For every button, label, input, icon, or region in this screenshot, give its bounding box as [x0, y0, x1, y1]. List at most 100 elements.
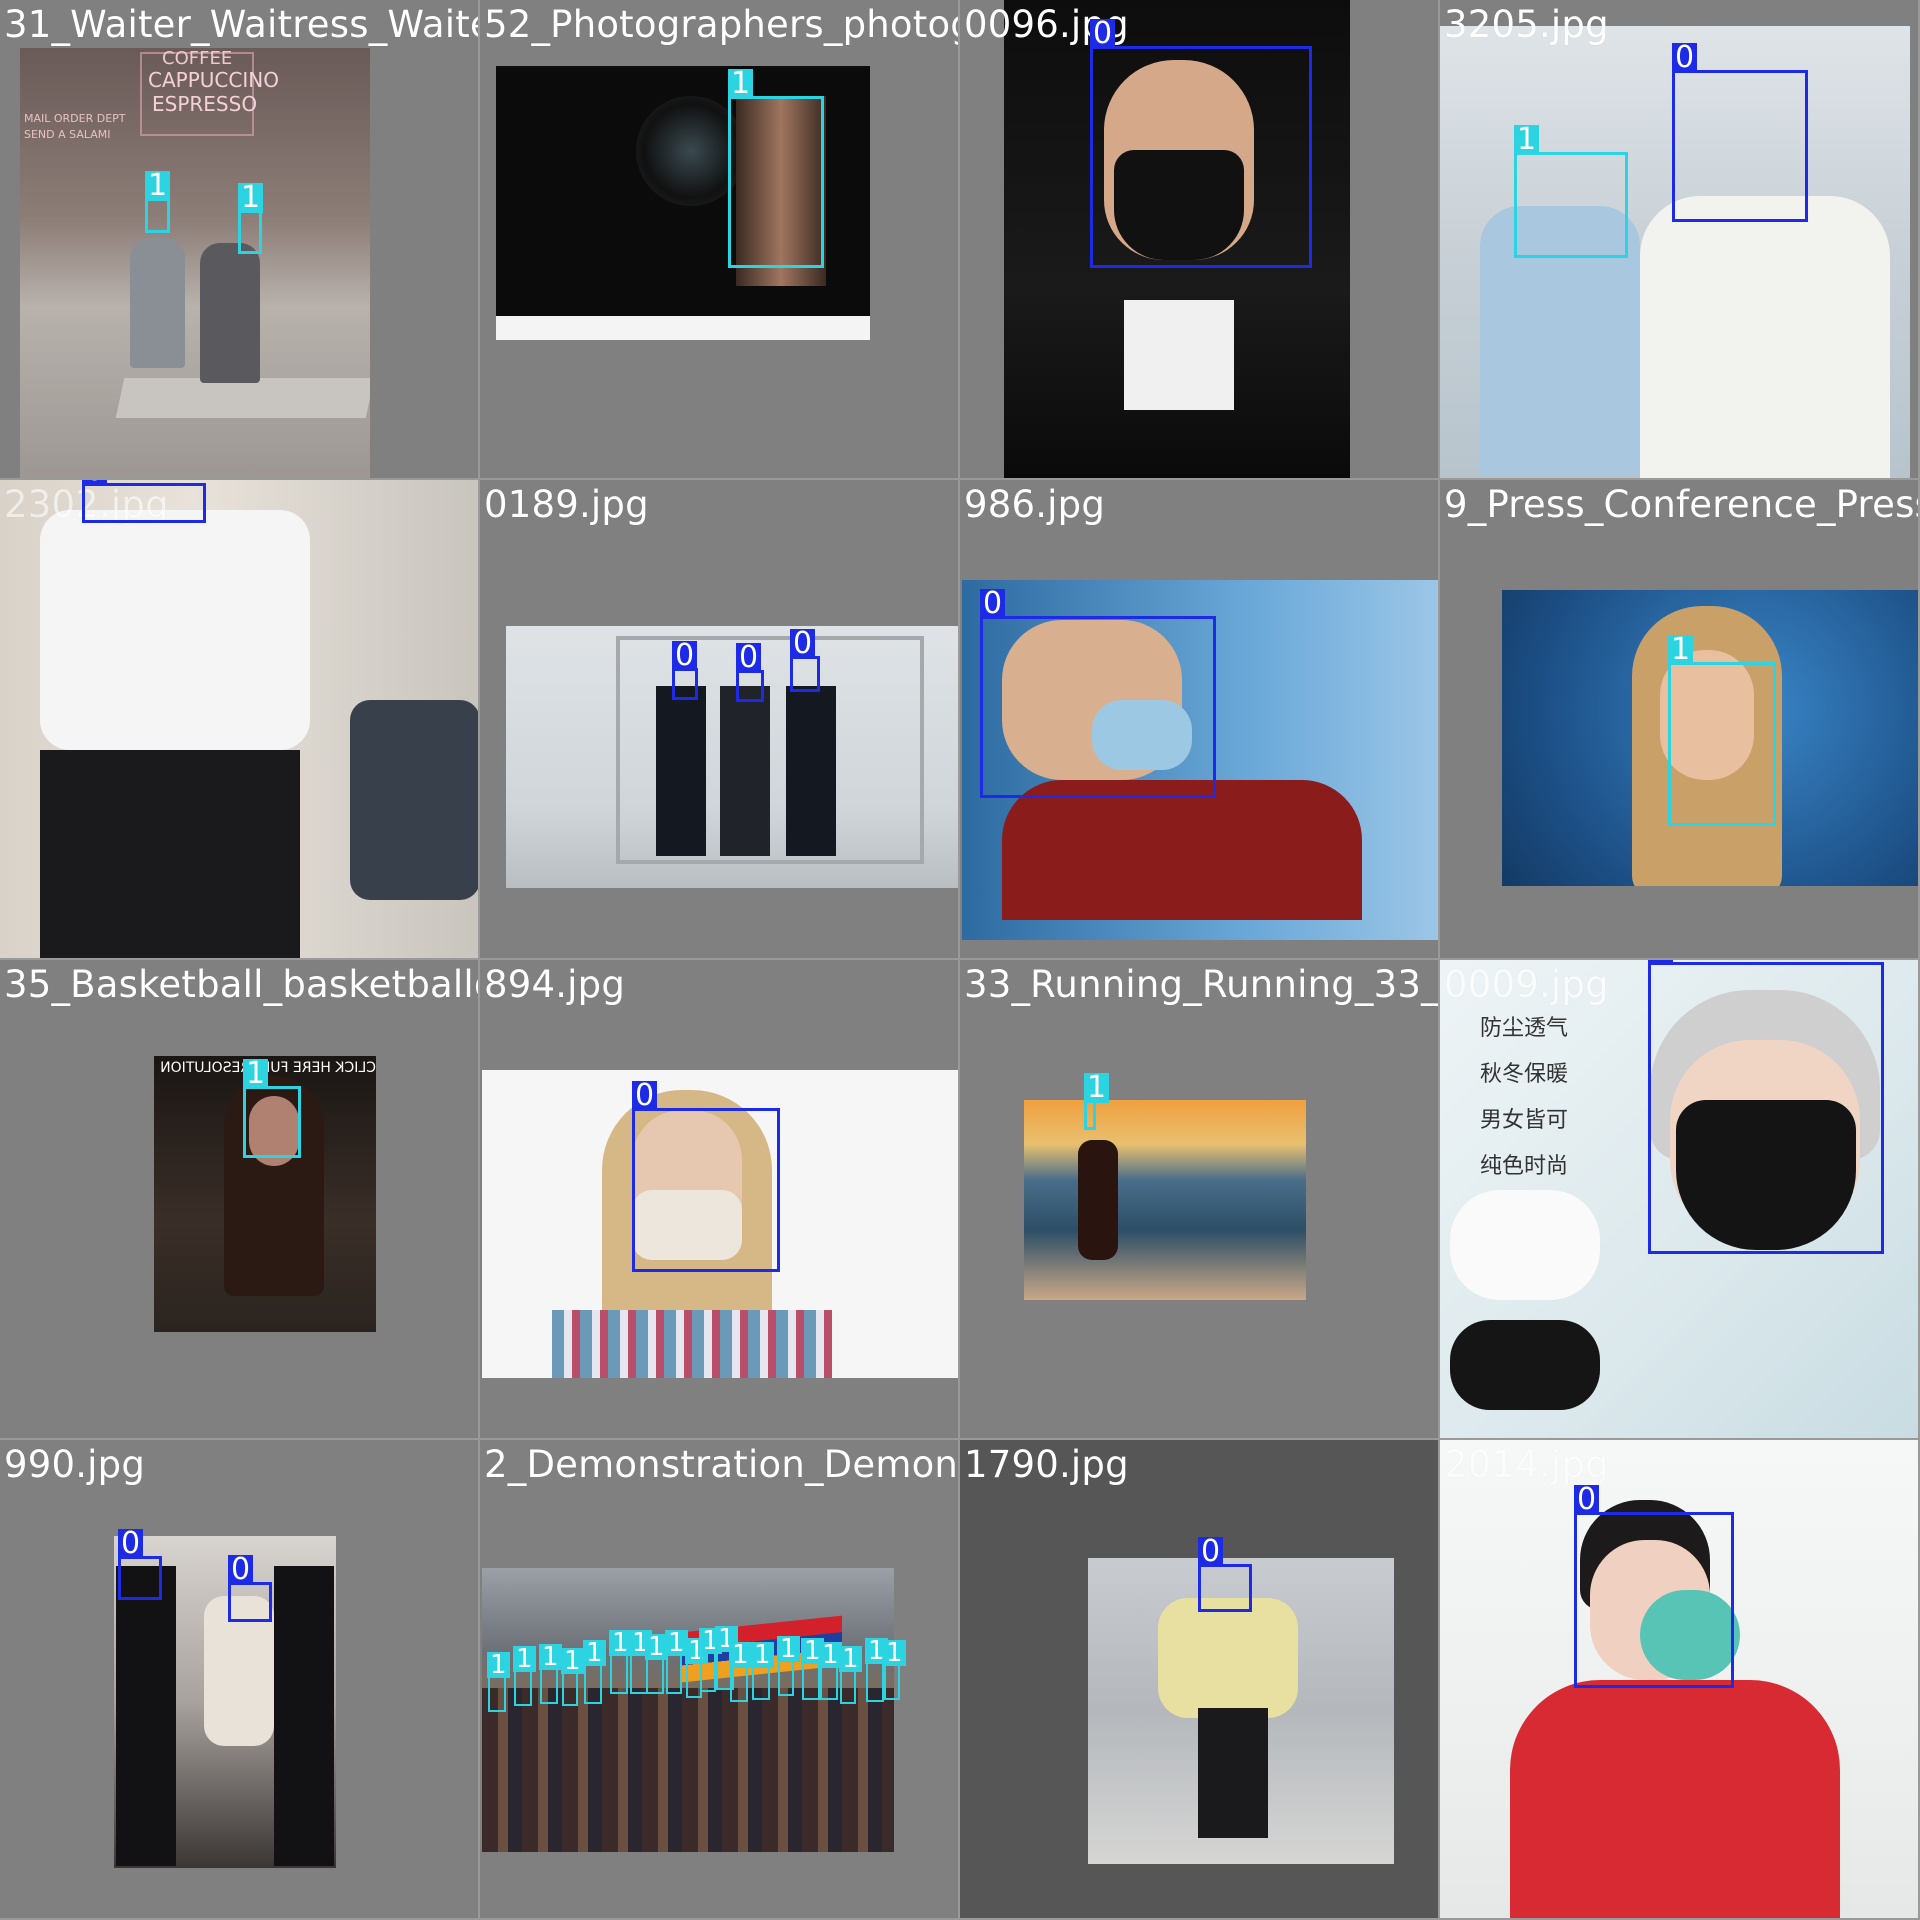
- mosaic-tile: 9_Press_Conference_Press 1: [1440, 480, 1920, 960]
- file-name: 990.jpg: [4, 1443, 146, 1486]
- shirt: [1124, 300, 1234, 410]
- detection-box: 1: [665, 1630, 688, 1694]
- class-label: 0: [1672, 43, 1698, 73]
- mosaic-tile: 0096.jpg 0: [960, 0, 1440, 480]
- detection-box: 0: [1648, 960, 1884, 1254]
- class-label: 1: [839, 1646, 862, 1672]
- class-label: 0: [736, 643, 762, 673]
- detection-box: 1: [865, 1638, 888, 1702]
- person: [116, 1566, 176, 1866]
- detection-box: 1: [487, 1652, 510, 1712]
- photo: [1024, 1100, 1306, 1300]
- class-label: 1: [1668, 635, 1694, 665]
- detection-box: 0: [672, 641, 698, 700]
- class-label: 1: [729, 1642, 752, 1668]
- white-shirt: [40, 510, 310, 750]
- red-sweater: [1002, 780, 1362, 920]
- photo: [506, 626, 958, 888]
- detection-box: 0: [228, 1555, 272, 1622]
- class-label: 1: [1514, 125, 1540, 155]
- detection-box: 1: [583, 1640, 606, 1704]
- detection-box: 0: [82, 480, 206, 523]
- person: [274, 1566, 334, 1866]
- table: [115, 378, 370, 418]
- class-label: 1: [777, 1636, 800, 1662]
- class-label: 1: [728, 69, 754, 99]
- detection-box: 1: [777, 1636, 800, 1696]
- mosaic-tile: CLICK HERE FULL RESOLUTION 35_Basketball…: [0, 960, 480, 1440]
- runner: [1078, 1140, 1118, 1260]
- detection-box: 1: [609, 1630, 632, 1694]
- mosaic-tile: 2014.jpg 0: [1440, 1440, 1920, 1920]
- file-name: 0009.jpg: [1444, 963, 1609, 1006]
- person: [786, 686, 836, 856]
- red-coat: [1510, 1680, 1840, 1918]
- mosaic-tile: 33_Running_Running_33_18 1: [960, 960, 1440, 1440]
- mosaic-tile: 2302.jpg 0: [0, 480, 480, 960]
- detection-box: 1: [539, 1644, 562, 1704]
- mosaic-tile: 894.jpg 0: [480, 960, 960, 1440]
- mosaic-tile: 防尘透气 秋冬保暖 男女皆可 纯色时尚 0009.jpg 0: [1440, 960, 1920, 1440]
- detection-box: 1: [751, 1642, 774, 1700]
- file-name: 1790.jpg: [964, 1443, 1129, 1486]
- photo: [482, 1568, 894, 1852]
- detection-box: 1: [699, 1628, 722, 1692]
- class-label: 0: [1090, 19, 1116, 49]
- mosaic-tile: 2_Demonstration_Demonstrators_2_Protest …: [480, 1440, 960, 1920]
- black-pants: [40, 750, 300, 958]
- class-label: 1: [583, 1640, 606, 1666]
- class-label: 1: [1084, 1073, 1110, 1103]
- file-name: 986.jpg: [964, 483, 1106, 526]
- detection-box: 1: [883, 1640, 906, 1700]
- detection-box: 1: [1084, 1073, 1110, 1130]
- detection-box: 0: [1090, 19, 1312, 268]
- neon-sign-text: CAPPUCCINO: [148, 68, 279, 92]
- class-label: 0: [672, 641, 698, 671]
- detection-box: 0: [118, 1529, 162, 1600]
- file-name: 3205.jpg: [1444, 3, 1609, 46]
- ad-text: 男女皆可: [1480, 1108, 1569, 1133]
- file-name: 33_Running_Running_33_18: [964, 963, 1440, 1006]
- person: [130, 238, 185, 368]
- detection-box: 0: [790, 629, 820, 692]
- ad-text: 秋冬保暖: [1480, 1062, 1569, 1087]
- class-label: 1: [243, 1059, 269, 1089]
- file-name: 35_Basketball_basketballgame_ball_35_590: [4, 963, 478, 1006]
- detection-box: 1: [801, 1638, 824, 1700]
- class-label: 1: [145, 171, 171, 201]
- mosaic-tile: 1790.jpg 0: [960, 1440, 1440, 1920]
- detection-box: 0: [632, 1081, 780, 1272]
- class-label: 1: [539, 1644, 562, 1670]
- detection-box: 0: [736, 643, 764, 702]
- class-label: 0: [1574, 1485, 1600, 1515]
- mosaic-tile: COFFEE CAPPUCCINO ESPRESSO MAIL ORDER DE…: [0, 0, 480, 480]
- file-name: 9_Press_Conference_Press: [1444, 483, 1920, 526]
- white-mask-product: [1450, 1190, 1600, 1300]
- detection-box: 1: [1668, 635, 1776, 826]
- file-name: 52_Photographers_photographertakingphoto: [484, 3, 958, 46]
- person: [656, 686, 706, 856]
- detection-box: 1: [819, 1642, 842, 1700]
- ad-text: 纯色时尚: [1480, 1154, 1569, 1179]
- neon-sign-text: COFFEE: [162, 48, 233, 69]
- detection-box: 0: [1574, 1485, 1734, 1688]
- mosaic-tile: 0189.jpg 0 0 0: [480, 480, 960, 960]
- mosaic-tile: 990.jpg 0 0: [0, 1440, 480, 1920]
- class-label: 0: [1198, 1537, 1224, 1567]
- file-name: 894.jpg: [484, 963, 626, 1006]
- detection-box: 1: [561, 1648, 584, 1706]
- class-label: 1: [883, 1640, 906, 1666]
- class-label: 0: [632, 1081, 658, 1111]
- class-label: 1: [513, 1646, 536, 1672]
- class-label: 0: [980, 589, 1006, 619]
- class-label: 0: [82, 480, 108, 486]
- photo: COFFEE CAPPUCCINO ESPRESSO MAIL ORDER DE…: [20, 48, 370, 478]
- neon-sign-text: SEND A SALAMI: [24, 128, 111, 141]
- class-label: 0: [1648, 960, 1674, 965]
- class-label: 1: [238, 183, 264, 213]
- detection-mosaic: COFFEE CAPPUCCINO ESPRESSO MAIL ORDER DE…: [0, 0, 1920, 1920]
- detection-box: 0: [1672, 43, 1808, 222]
- detection-box: 1: [839, 1646, 862, 1704]
- yellow-sweater: [1158, 1598, 1298, 1718]
- detection-box: 1: [243, 1059, 301, 1158]
